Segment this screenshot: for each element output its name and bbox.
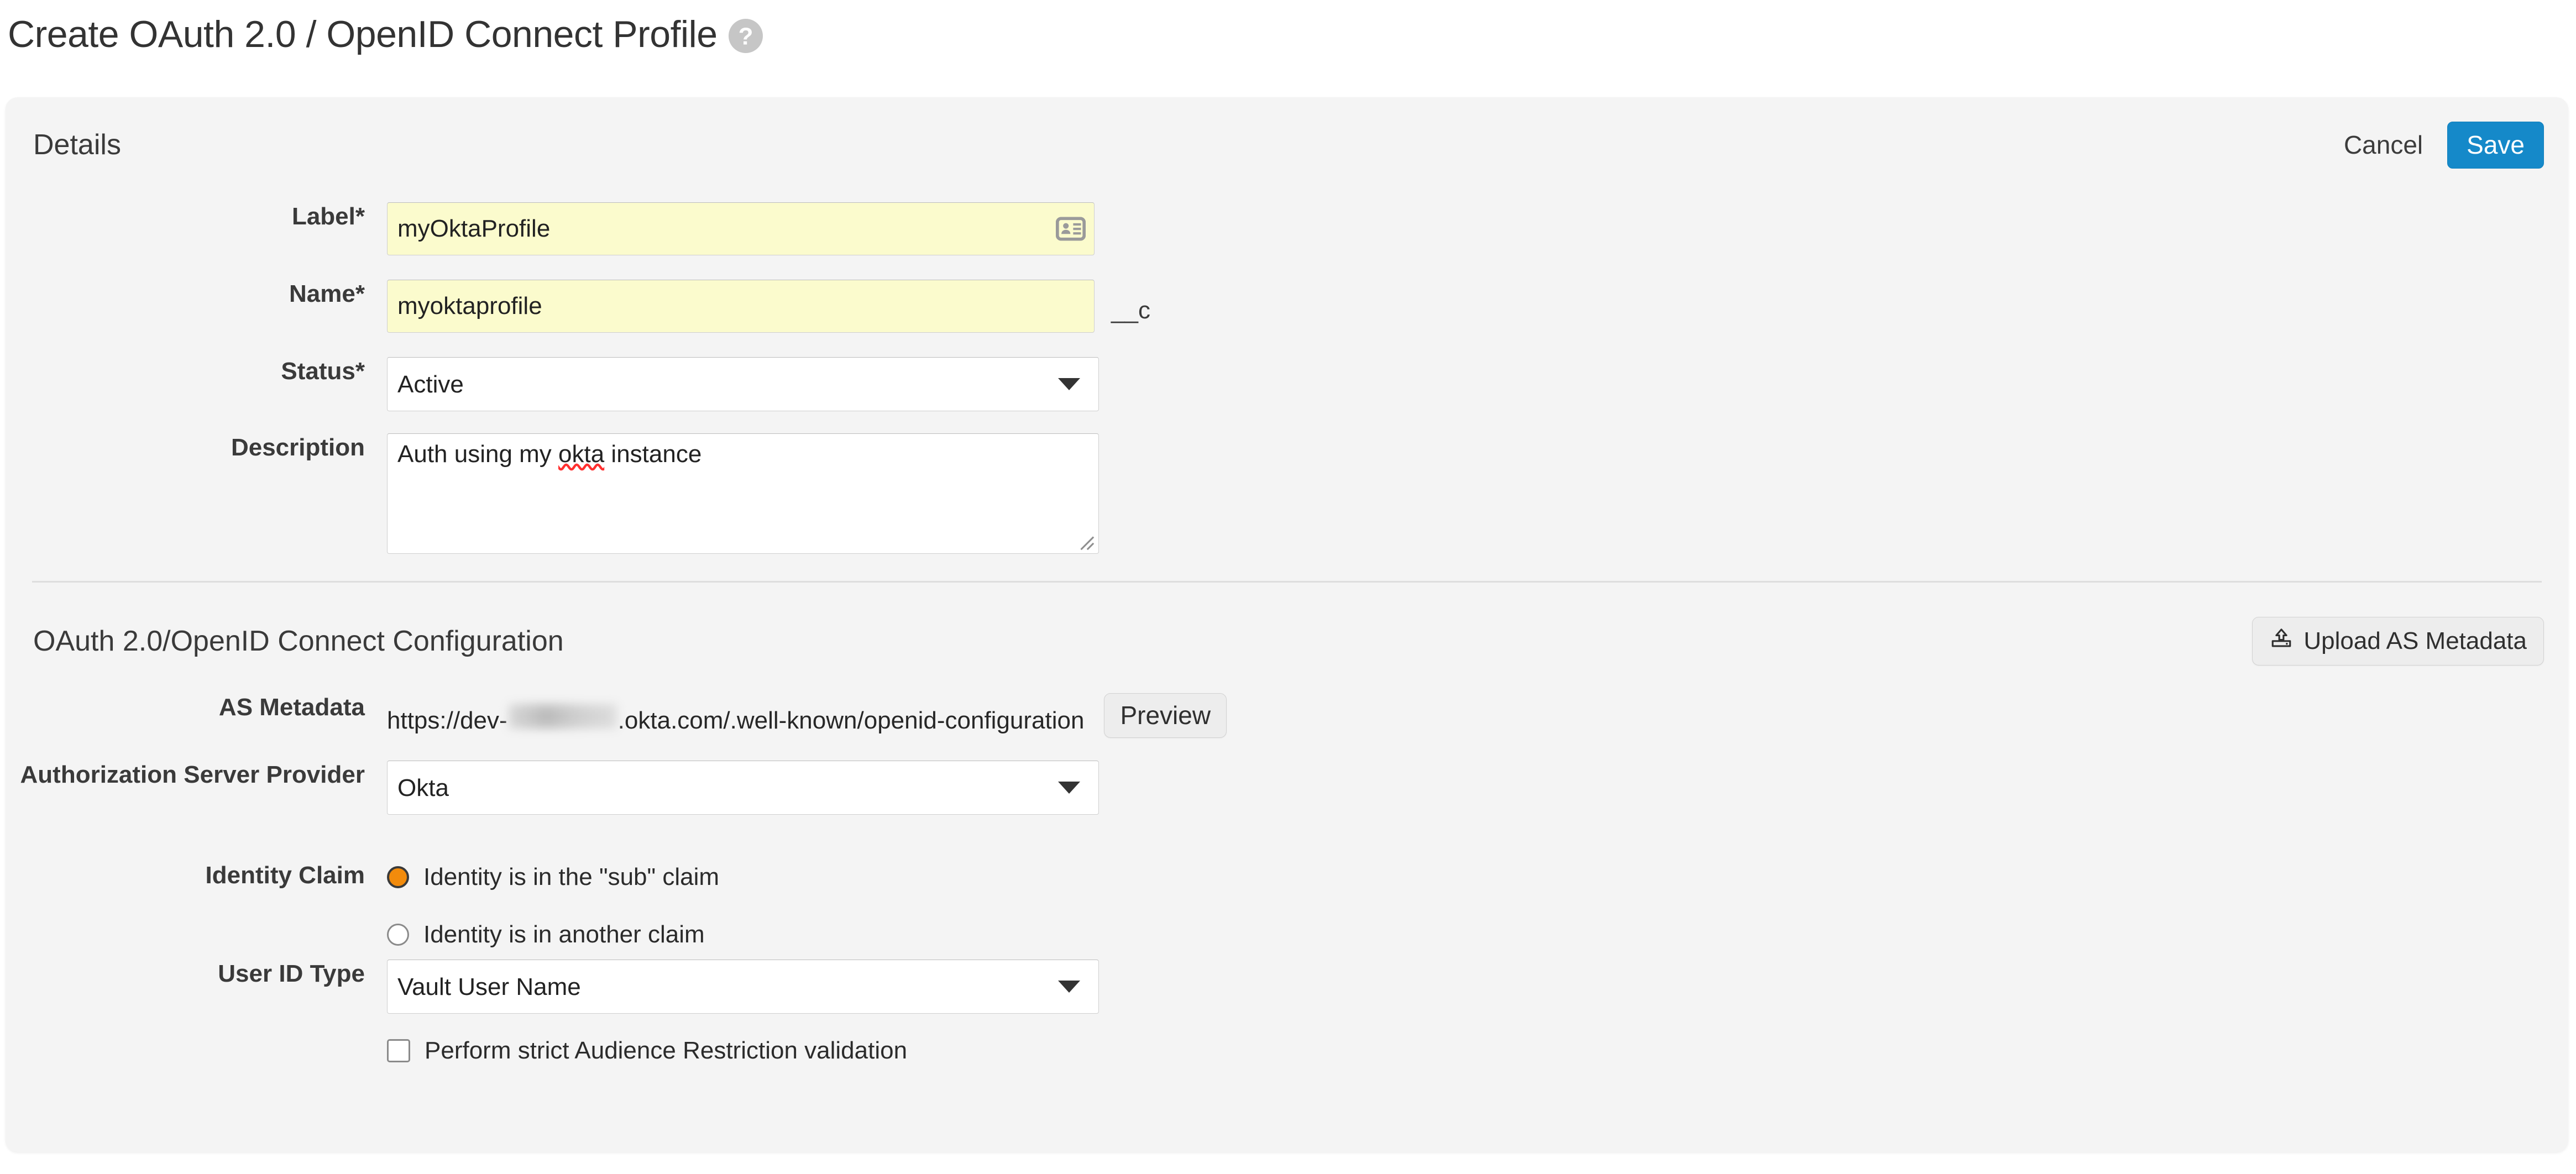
resize-grip-icon[interactable]	[1076, 532, 1095, 551]
field-row-description: Description Auth using my okta instance	[6, 433, 1099, 554]
radio-selected-icon[interactable]	[387, 866, 409, 888]
svg-text:?: ?	[738, 23, 753, 50]
field-row-name: Name* __c	[6, 280, 1150, 333]
name-suffix: __c	[1111, 297, 1150, 324]
name-input[interactable]	[387, 280, 1095, 333]
status-select-wrap: Active	[387, 357, 1099, 411]
audience-restriction-checkbox-row[interactable]: Perform strict Audience Restriction vali…	[387, 1037, 907, 1065]
field-row-user-id-type: User ID Type Vault User Name	[6, 960, 1099, 1014]
oauth-section-title: OAuth 2.0/OpenID Connect Configuration	[33, 625, 564, 658]
contact-card-icon[interactable]	[1055, 217, 1086, 241]
as-metadata-field-label: AS Metadata	[218, 694, 365, 721]
oauth-actions: Upload AS Metadata	[2252, 617, 2544, 666]
page-title: Create OAuth 2.0 / OpenID Connect Profil…	[8, 13, 718, 55]
upload-as-metadata-button[interactable]: Upload AS Metadata	[2252, 617, 2544, 666]
label-input[interactable]	[387, 202, 1095, 255]
identity-claim-option-other-label: Identity is in another claim	[423, 921, 705, 948]
preview-button[interactable]: Preview	[1104, 693, 1227, 738]
oauth-section-header: OAuth 2.0/OpenID Connect Configuration U…	[6, 617, 2544, 666]
identity-claim-field-label: Identity Claim	[205, 862, 365, 889]
description-textarea[interactable]: Auth using my okta instance	[387, 433, 1099, 554]
field-row-audience-restriction: Perform strict Audience Restriction vali…	[6, 1037, 907, 1065]
identity-claim-option-other[interactable]: Identity is in another claim	[387, 921, 705, 948]
identity-claim-option-sub[interactable]: Identity is in the "sub" claim	[387, 863, 719, 891]
page-header: Create OAuth 2.0 / OpenID Connect Profil…	[0, 0, 2576, 53]
identity-claim-option-sub-label: Identity is in the "sub" claim	[423, 863, 720, 890]
as-metadata-value-prefix: https://dev-	[387, 706, 507, 734]
field-row-status: Status* Active	[6, 357, 1099, 411]
checkbox-unchecked-icon[interactable]	[387, 1039, 410, 1062]
form-card: Details Cancel Save Label* myOktaProfile…	[6, 97, 2568, 1152]
as-metadata-value-suffix: .okta.com/.well-known/openid-configurati…	[617, 706, 1085, 734]
auth-server-provider-field-label: Authorization Server Provider	[20, 761, 365, 788]
description-text-suffix: instance	[604, 441, 702, 468]
label-field-label: Label*	[291, 203, 365, 230]
user-id-type-select[interactable]: Vault User Name	[387, 960, 1099, 1014]
upload-tray-icon	[2269, 626, 2294, 656]
status-select[interactable]: Active	[387, 357, 1099, 411]
radio-unselected-icon[interactable]	[387, 924, 409, 946]
label-input-wrap	[387, 202, 1095, 255]
field-row-auth-server-provider: Authorization Server Provider Okta	[6, 761, 1099, 815]
description-field-label: Description	[231, 434, 365, 461]
field-row-label: Label*	[6, 202, 1095, 255]
name-field-label: Name*	[289, 280, 365, 307]
cancel-button[interactable]: Cancel	[2338, 127, 2428, 163]
save-button[interactable]: Save	[2447, 122, 2544, 169]
user-id-type-select-wrap: Vault User Name	[387, 960, 1099, 1014]
field-row-as-metadata: AS Metadata https://dev- .okta.com/.well-…	[6, 693, 1227, 738]
auth-server-provider-select[interactable]: Okta	[387, 761, 1099, 815]
description-misspelled-word: okta	[558, 441, 605, 468]
as-metadata-value: https://dev- .okta.com/.well-known/openid…	[387, 696, 1084, 735]
section-divider	[32, 581, 2542, 583]
user-id-type-field-label: User ID Type	[218, 960, 365, 987]
details-section-title: Details	[33, 129, 121, 161]
status-field-label: Status*	[281, 358, 365, 385]
auth-server-provider-select-wrap: Okta	[387, 761, 1099, 815]
details-section-header: Details Cancel Save	[6, 122, 2544, 169]
details-actions: Cancel Save	[2338, 122, 2544, 169]
help-circle-icon[interactable]: ?	[728, 19, 763, 53]
description-text-prefix: Auth using my	[397, 441, 559, 468]
field-row-identity-claim: Identity Claim Identity is in the "sub" …	[6, 861, 720, 948]
audience-restriction-label: Perform strict Audience Restriction vali…	[425, 1037, 908, 1064]
redacted-tenant-block	[508, 704, 617, 728]
upload-as-metadata-label: Upload AS Metadata	[2303, 627, 2527, 654]
